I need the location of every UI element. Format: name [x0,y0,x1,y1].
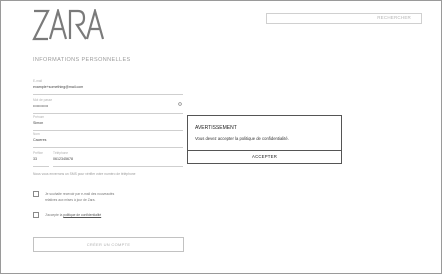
password-label: Mot de passe [33,98,53,102]
dialog-title: AVERTISSEMENT [195,125,237,131]
first-name-underline [33,130,183,131]
page-frame: RECHERCHER INFORMATIONS PERSONNELLES E-m… [0,0,442,274]
phone-prefix-label: Préfixe [33,151,43,155]
accept-button[interactable]: ACCEPTER [188,151,341,163]
privacy-checkbox[interactable] [33,212,39,218]
phone-number-label: Téléphone [53,151,69,155]
phone-prefix-underline [33,166,49,167]
phone-helper-text: Nous vous enverrons un SMS pour vérifier… [33,172,136,176]
privacy-text: J'accepte la politique de confidentialit… [45,212,101,218]
email-underline [33,94,183,95]
phone-number-underline [53,166,183,167]
phone-number-field[interactable]: Téléphone 0612345678 [53,151,183,167]
section-title: INFORMATIONS PERSONNELLES [33,57,131,63]
last-name-label: Nom [33,132,40,136]
password-underline [33,113,183,114]
first-name-value: Simon [33,121,44,125]
phone-prefix-field[interactable]: Préfixe 33 [33,151,49,167]
newsletter-text-line2: relatives aux mises à jour de Zara. [45,198,96,202]
privacy-policy-link[interactable]: politique de confidentialité [63,213,101,217]
show-password-icon[interactable] [178,102,182,106]
phone-number-value: 0612345678 [53,157,73,161]
search-input[interactable]: RECHERCHER [266,13,422,24]
create-account-button[interactable]: CRÉER UN COMPTE [33,237,184,252]
phone-prefix-value: 33 [33,157,37,161]
search-placeholder: RECHERCHER [377,15,411,20]
first-name-field[interactable]: Prénom Simon [33,115,183,131]
email-value: example+something@mail.com [33,85,84,89]
newsletter-text: Je souhaite recevoir par e-mail des nouv… [45,191,114,203]
privacy-prefix: J'accepte la [45,213,63,217]
zara-logo [32,9,104,41]
newsletter-text-line1: Je souhaite recevoir par e-mail des nouv… [45,192,115,196]
last-name-value: Caceres [33,138,47,142]
warning-dialog: AVERTISSEMENT Vous devez accepter la pol… [187,115,342,164]
last-name-field[interactable]: Nom Caceres [33,132,183,148]
email-label: E-mail [33,79,43,83]
first-name-label: Prénom [33,115,45,119]
dialog-message: Vous devez accepter la politique de conf… [195,136,289,141]
last-name-underline [33,147,183,148]
newsletter-checkbox[interactable] [33,191,39,197]
password-value: •••••••••••• [33,104,49,108]
email-field[interactable]: E-mail example+something@mail.com [33,79,183,95]
password-field[interactable]: Mot de passe •••••••••••• [33,98,183,114]
